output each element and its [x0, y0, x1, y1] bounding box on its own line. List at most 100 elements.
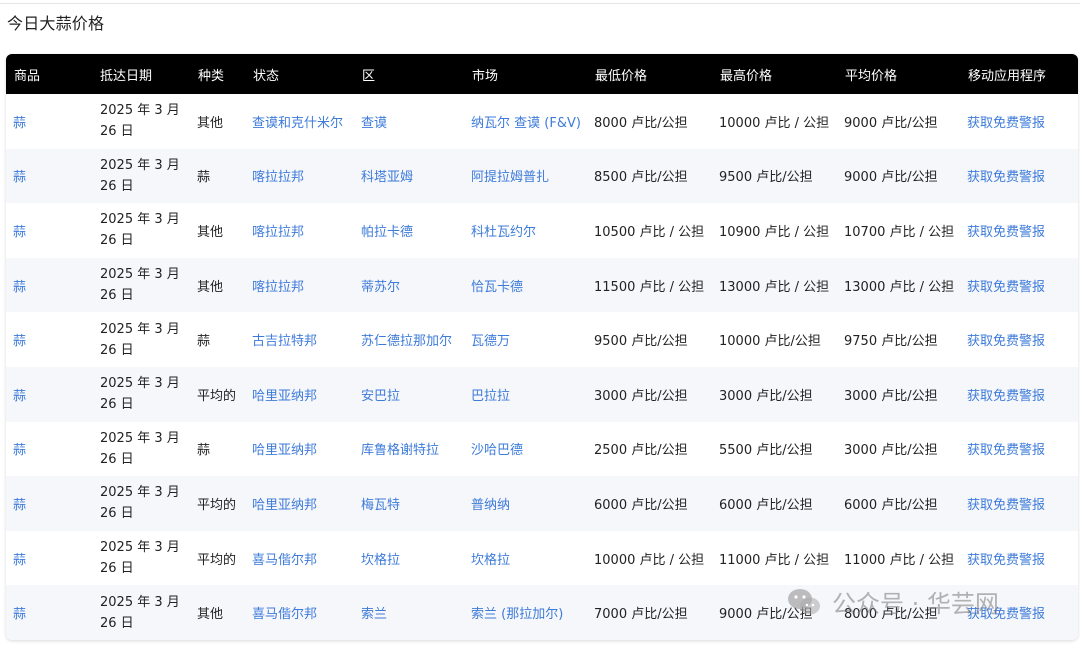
header-min-price[interactable]: 最低价格 [587, 54, 712, 94]
free-alerts-link[interactable]: 获取免费警报 [960, 531, 1078, 586]
header-state[interactable]: 状态 [245, 54, 354, 94]
commodity-link[interactable]: 蒜 [6, 312, 92, 367]
district-link[interactable]: 查谟 [354, 94, 464, 149]
header-arrival-date[interactable]: 抵达日期 [92, 54, 190, 94]
district-link[interactable]: 苏仁德拉那加尔 [354, 312, 464, 367]
arrival-date: 2025 年 3 月 26 日 [100, 321, 180, 358]
arrival-date: 2025 年 3 月 26 日 [100, 376, 180, 413]
min-price: 2500 卢比/公担 [594, 443, 688, 459]
arrival-date: 2025 年 3 月 26 日 [100, 103, 180, 140]
state-link[interactable]: 喀拉拉邦 [245, 258, 354, 313]
table-row: 蒜 2025 年 3 月 26 日 平均的 喜马偕尔邦 坎格拉 坎格拉 1000… [6, 531, 1078, 586]
free-alerts-link[interactable]: 获取免费警报 [960, 149, 1078, 204]
district-link[interactable]: 蒂苏尔 [354, 258, 464, 313]
table-row: 蒜 2025 年 3 月 26 日 其他 喀拉拉邦 帕拉卡德 科杜瓦约尔 105… [6, 203, 1078, 258]
free-alerts-link[interactable]: 获取免费警报 [960, 367, 1078, 422]
variety: 平均的 [197, 388, 237, 404]
header-commodity[interactable]: 商品 [6, 54, 92, 94]
header-avg-price[interactable]: 平均价格 [837, 54, 960, 94]
commodity-link[interactable]: 蒜 [6, 367, 92, 422]
variety: 其他 [197, 607, 224, 623]
table-row: 蒜 2025 年 3 月 26 日 蒜 哈里亚纳邦 库鲁格谢特拉 沙哈巴德 25… [6, 422, 1078, 477]
state-link[interactable]: 查谟和克什米尔 [245, 94, 354, 149]
min-price: 8500 卢比/公担 [594, 170, 688, 186]
variety: 蒜 [197, 334, 211, 350]
variety: 蒜 [197, 443, 211, 459]
table-row: 蒜 2025 年 3 月 26 日 其他 查谟和克什米尔 查谟 纳瓦尔 查谟 (… [6, 94, 1078, 149]
state-link[interactable]: 喀拉拉邦 [245, 149, 354, 204]
max-price: 10000 卢比/公担 [719, 334, 821, 350]
state-link[interactable]: 喜马偕尔邦 [245, 531, 354, 586]
table-row: 蒜 2025 年 3 月 26 日 蒜 古吉拉特邦 苏仁德拉那加尔 瓦德万 95… [6, 312, 1078, 367]
max-price: 3000 卢比/公担 [719, 388, 813, 404]
commodity-link[interactable]: 蒜 [6, 422, 92, 477]
commodity-link[interactable]: 蒜 [6, 94, 92, 149]
market-link[interactable]: 沙哈巴德 [464, 422, 587, 477]
max-price: 9000 卢比/公担 [719, 607, 813, 623]
market-link[interactable]: 阿提拉姆普扎 [464, 149, 587, 204]
market-link[interactable]: 瓦德万 [464, 312, 587, 367]
price-table: 商品 抵达日期 种类 状态 区 市场 最低价格 最高价格 平均价格 移动应用程序… [6, 54, 1078, 640]
commodity-link[interactable]: 蒜 [6, 531, 92, 586]
market-link[interactable]: 巴拉拉 [464, 367, 587, 422]
market-link[interactable]: 科杜瓦约尔 [464, 203, 587, 258]
commodity-link[interactable]: 蒜 [6, 476, 92, 531]
state-link[interactable]: 喀拉拉邦 [245, 203, 354, 258]
market-link[interactable]: 纳瓦尔 查谟 (F&V) [464, 94, 587, 149]
district-link[interactable]: 梅瓦特 [354, 476, 464, 531]
max-price: 5500 卢比/公担 [719, 443, 813, 459]
min-price: 10000 卢比 / 公担 [594, 552, 705, 568]
max-price: 9500 卢比/公担 [719, 170, 813, 186]
avg-price: 10700 卢比 / 公担 [844, 224, 955, 240]
state-link[interactable]: 哈里亚纳邦 [245, 476, 354, 531]
variety: 蒜 [197, 170, 211, 186]
state-link[interactable]: 哈里亚纳邦 [245, 367, 354, 422]
state-link[interactable]: 古吉拉特邦 [245, 312, 354, 367]
market-link[interactable]: 普纳纳 [464, 476, 587, 531]
market-link[interactable]: 恰瓦卡德 [464, 258, 587, 313]
district-link[interactable]: 安巴拉 [354, 367, 464, 422]
price-table-container: 商品 抵达日期 种类 状态 区 市场 最低价格 最高价格 平均价格 移动应用程序… [6, 54, 1078, 640]
header-variety[interactable]: 种类 [190, 54, 245, 94]
market-link[interactable]: 坎格拉 [464, 531, 587, 586]
state-link[interactable]: 哈里亚纳邦 [245, 422, 354, 477]
free-alerts-link[interactable]: 获取免费警报 [960, 312, 1078, 367]
district-link[interactable]: 坎格拉 [354, 531, 464, 586]
free-alerts-link[interactable]: 获取免费警报 [960, 585, 1078, 640]
table-row: 蒜 2025 年 3 月 26 日 平均的 哈里亚纳邦 梅瓦特 普纳纳 6000… [6, 476, 1078, 531]
district-link[interactable]: 科塔亚姆 [354, 149, 464, 204]
commodity-link[interactable]: 蒜 [6, 149, 92, 204]
commodity-link[interactable]: 蒜 [6, 258, 92, 313]
arrival-date: 2025 年 3 月 26 日 [100, 267, 180, 304]
avg-price: 13000 卢比 / 公担 [844, 279, 955, 295]
header-mobile-app: 移动应用程序 [968, 68, 1047, 84]
avg-price: 6000 卢比/公担 [844, 497, 938, 513]
header-district[interactable]: 区 [354, 54, 464, 94]
avg-price: 8000 卢比/公担 [844, 607, 938, 623]
table-row: 蒜 2025 年 3 月 26 日 其他 喜马偕尔邦 索兰 索兰 (那拉加尔) … [6, 585, 1078, 640]
avg-price: 9000 卢比/公担 [844, 115, 938, 131]
free-alerts-link[interactable]: 获取免费警报 [960, 94, 1078, 149]
district-link[interactable]: 帕拉卡德 [354, 203, 464, 258]
market-link[interactable]: 索兰 (那拉加尔) [464, 585, 587, 640]
commodity-link[interactable]: 蒜 [6, 203, 92, 258]
header-max-price[interactable]: 最高价格 [712, 54, 837, 94]
min-price: 3000 卢比/公担 [594, 388, 688, 404]
free-alerts-link[interactable]: 获取免费警报 [960, 476, 1078, 531]
top-divider [0, 3, 1080, 4]
arrival-date: 2025 年 3 月 26 日 [100, 212, 180, 249]
header-market[interactable]: 市场 [464, 54, 587, 94]
commodity-link[interactable]: 蒜 [6, 585, 92, 640]
avg-price: 3000 卢比/公担 [844, 443, 938, 459]
avg-price: 11000 卢比 / 公担 [844, 552, 955, 568]
variety: 平均的 [197, 552, 237, 568]
state-link[interactable]: 喜马偕尔邦 [245, 585, 354, 640]
district-link[interactable]: 库鲁格谢特拉 [354, 422, 464, 477]
free-alerts-link[interactable]: 获取免费警报 [960, 258, 1078, 313]
free-alerts-link[interactable]: 获取免费警报 [960, 203, 1078, 258]
max-price: 11000 卢比 / 公担 [719, 552, 830, 568]
district-link[interactable]: 索兰 [354, 585, 464, 640]
min-price: 8000 卢比/公担 [594, 115, 688, 131]
variety: 平均的 [197, 497, 237, 513]
free-alerts-link[interactable]: 获取免费警报 [960, 422, 1078, 477]
